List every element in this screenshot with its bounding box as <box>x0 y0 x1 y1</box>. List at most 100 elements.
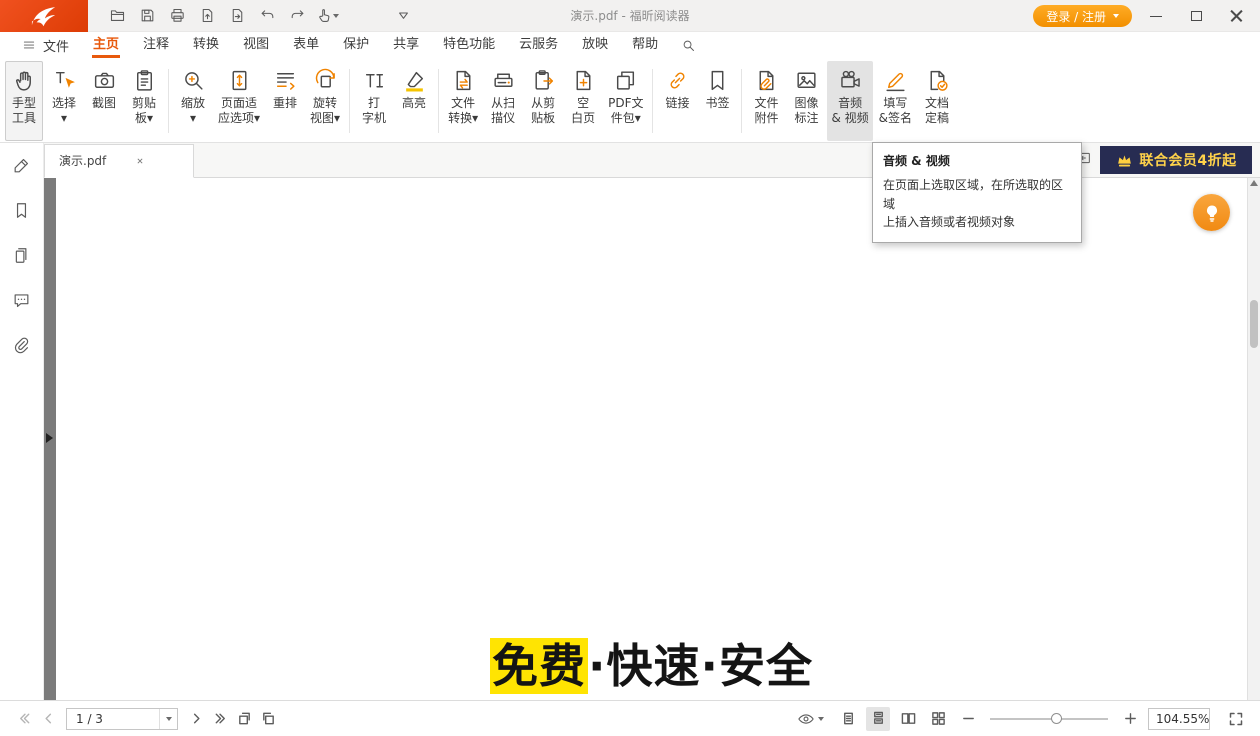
export-doc-button[interactable] <box>192 4 222 28</box>
undo-button[interactable] <box>252 4 282 28</box>
paste-page-icon <box>531 67 556 94</box>
zoom-out-button[interactable] <box>956 707 980 731</box>
ribbon-rotate-view[interactable]: 旋转视图▾ <box>306 61 344 141</box>
close-button[interactable] <box>1216 0 1256 32</box>
zoom-level-box[interactable]: 104.55% <box>1148 708 1210 730</box>
ribbon-hand-tool[interactable]: 手型工具 <box>5 61 43 141</box>
next-view-button[interactable] <box>256 707 280 731</box>
ribbon-typewriter[interactable]: 打字机 <box>355 61 393 141</box>
pointer-hand-icon <box>316 7 333 24</box>
redo-button[interactable] <box>282 4 312 28</box>
facing-view-button[interactable] <box>896 707 920 731</box>
document-area: 免费·快速·安全 <box>44 178 1260 700</box>
ribbon-pdf-portfolio[interactable]: PDF文件包▾ <box>604 61 647 141</box>
zoom-in-button[interactable] <box>1118 707 1142 731</box>
ribbon-image-annotation[interactable]: 图像标注 <box>787 61 825 141</box>
pages-panel-icon[interactable] <box>10 243 34 267</box>
crown-icon <box>1115 151 1134 170</box>
ribbon-blank-page[interactable]: 空白页 <box>564 61 602 141</box>
continuous-view-button[interactable] <box>866 707 890 731</box>
ribbon-link[interactable]: 链接 <box>658 61 696 141</box>
headline-rest: ·快速·安全 <box>588 639 813 693</box>
fullscreen-button[interactable] <box>1224 707 1248 731</box>
maximize-button[interactable] <box>1176 0 1216 32</box>
menu-file[interactable]: 文件 <box>10 36 81 55</box>
file-convert-icon <box>451 67 476 94</box>
quad-view-button[interactable] <box>926 707 950 731</box>
menu-convert[interactable]: 转换 <box>181 32 231 58</box>
pdf-page[interactable]: 免费·快速·安全 <box>56 178 1247 700</box>
attachments-panel-icon[interactable] <box>10 333 34 357</box>
menu-protect[interactable]: 保护 <box>331 32 381 58</box>
vertical-scrollbar[interactable] <box>1247 178 1260 700</box>
membership-banner[interactable]: 联合会员4折起 <box>1100 146 1252 174</box>
page-number-box[interactable]: 1 / 3 <box>66 708 178 730</box>
ribbon-file-convert[interactable]: 文件转换▾ <box>444 61 482 141</box>
menu-present[interactable]: 放映 <box>570 32 620 58</box>
menu-form[interactable]: 表单 <box>281 32 331 58</box>
ribbon-zoom[interactable]: 缩放▾ <box>174 61 212 141</box>
camera-icon <box>92 67 117 94</box>
zoom-slider-track <box>990 718 1108 720</box>
image-annot-icon <box>794 67 819 94</box>
single-page-view-button[interactable] <box>836 707 860 731</box>
menu-comment[interactable]: 注释 <box>131 32 181 58</box>
next-page-button[interactable] <box>184 707 208 731</box>
ribbon-select-tool[interactable]: 选择▾ <box>45 61 83 141</box>
menu-features[interactable]: 特色功能 <box>431 32 507 58</box>
login-register-button[interactable]: 登录 / 注册 <box>1033 5 1132 27</box>
ribbon-separator <box>168 69 169 133</box>
blank-page-icon <box>571 67 596 94</box>
menu-share[interactable]: 共享 <box>381 32 431 58</box>
assistant-bulb-button[interactable] <box>1193 194 1230 231</box>
ribbon-audio-video[interactable]: 音频& 视频 <box>827 61 872 141</box>
ribbon-reflow[interactable]: 重排 <box>266 61 304 141</box>
menu-cloud[interactable]: 云服务 <box>507 32 570 58</box>
last-page-button[interactable] <box>208 707 232 731</box>
share-doc-button[interactable] <box>222 4 252 28</box>
previous-page-button[interactable] <box>36 707 60 731</box>
ribbon-bookmark[interactable]: 书签 <box>698 61 736 141</box>
link-icon <box>665 67 690 94</box>
ribbon-from-scanner[interactable]: 从扫描仪 <box>484 61 522 141</box>
ribbon-fill-sign[interactable]: 填写&签名 <box>875 61 916 141</box>
ribbon-snapshot[interactable]: 截图 <box>85 61 123 141</box>
collapse-toolbar-button[interactable] <box>388 4 418 28</box>
tab-close-icon[interactable] <box>132 153 148 169</box>
minimize-button[interactable] <box>1136 0 1176 32</box>
ribbon-file-attachment[interactable]: 文件附件 <box>747 61 785 141</box>
open-file-button[interactable] <box>102 4 132 28</box>
undo-icon <box>259 7 276 24</box>
status-bar: 1 / 3 104.55% <box>0 700 1260 736</box>
scrollbar-thumb[interactable] <box>1250 300 1258 348</box>
menu-home[interactable]: 主页 <box>81 32 131 58</box>
ribbon-finalize-doc[interactable]: 文档定稿 <box>918 61 956 141</box>
menu-view[interactable]: 视图 <box>231 32 281 58</box>
panel-expand-arrow[interactable] <box>46 433 53 443</box>
page-dropdown-caret[interactable] <box>159 709 177 729</box>
menu-search-button[interactable] <box>674 38 702 53</box>
ribbon-fit-options[interactable]: 页面适应选项▾ <box>214 61 264 141</box>
ribbon-separator <box>652 69 653 133</box>
touch-tool-button[interactable] <box>312 4 342 28</box>
ribbon-separator <box>349 69 350 133</box>
document-tab[interactable]: 演示.pdf <box>44 144 194 178</box>
comments-panel-icon[interactable] <box>10 288 34 312</box>
save-button[interactable] <box>132 4 162 28</box>
view-mode-caret-icon <box>818 717 824 721</box>
zoom-slider-thumb[interactable] <box>1051 713 1062 724</box>
ribbon-highlight[interactable]: 高亮 <box>395 61 433 141</box>
annotate-pencil-icon[interactable] <box>10 153 34 177</box>
bookmarks-panel-icon[interactable] <box>10 198 34 222</box>
menu-help[interactable]: 帮助 <box>620 32 670 58</box>
view-mode-button[interactable] <box>797 710 824 728</box>
banner-label: 联合会员4折起 <box>1139 150 1236 170</box>
ribbon-clipboard[interactable]: 剪贴板▾ <box>125 61 163 141</box>
hamburger-icon <box>22 38 36 52</box>
previous-view-button[interactable] <box>232 707 256 731</box>
first-page-button[interactable] <box>12 707 36 731</box>
print-button[interactable] <box>162 4 192 28</box>
scroll-up-icon[interactable] <box>1250 180 1258 186</box>
zoom-slider[interactable] <box>990 712 1108 726</box>
ribbon-from-clipboard[interactable]: 从剪贴板 <box>524 61 562 141</box>
